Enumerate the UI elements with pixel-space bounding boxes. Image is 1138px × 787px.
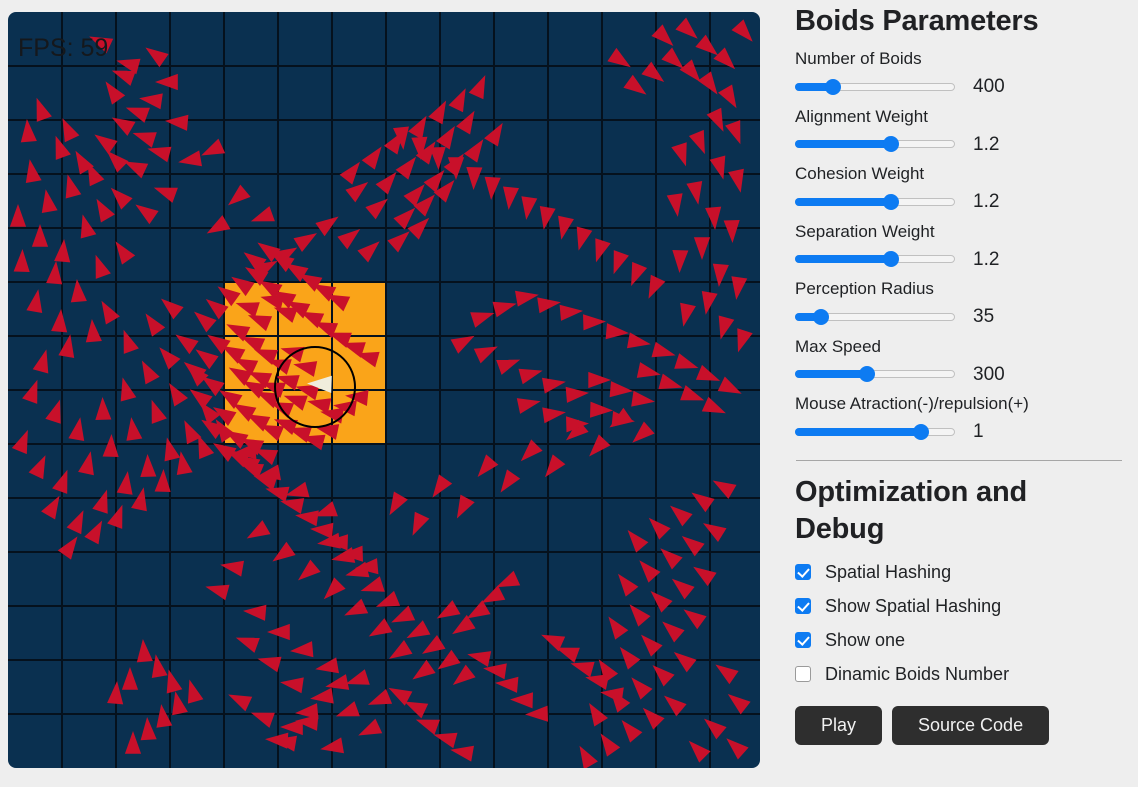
slider-value-mouse-atraction-repulsion: 1 [973, 421, 984, 443]
checkbox-row-dinamic-boids-number[interactable]: Dinamic Boids Number [795, 664, 1122, 684]
param-label-number-of-boids: Number of Boids [795, 49, 922, 69]
slider-thumb[interactable] [883, 251, 899, 268]
slider-value-separation-weight: 1.2 [973, 248, 1000, 270]
slider-thumb[interactable] [883, 193, 899, 210]
slider-row-perception-radius: 35 [795, 306, 1122, 328]
slider-fill [795, 370, 867, 379]
slider-row-number-of-boids: 400 [795, 76, 1122, 98]
slider-thumb[interactable] [859, 366, 875, 383]
slider-thumb[interactable] [913, 423, 930, 440]
slider-mouse-atraction-repulsion[interactable] [795, 423, 955, 440]
slider-value-alignment-weight: 1.2 [973, 133, 1000, 155]
slider-fill [795, 140, 891, 149]
slider-thumb[interactable] [825, 78, 842, 95]
slider-fill [795, 255, 891, 264]
checkbox-row-show-one[interactable]: Show one [795, 630, 1122, 650]
checkbox-show-one[interactable] [795, 632, 811, 649]
slider-number-of-boids[interactable] [795, 78, 955, 95]
slider-value-number-of-boids: 400 [973, 76, 1005, 98]
slider-value-perception-radius: 35 [973, 306, 995, 328]
slider-thumb[interactable] [883, 136, 899, 153]
boids-parameters-heading: Boids Parameters [795, 5, 1039, 37]
slider-row-cohesion-weight: 1.2 [795, 191, 1122, 213]
param-label-alignment-weight: Alignment Weight [795, 106, 928, 126]
source-code-button[interactable]: Source Code [892, 706, 1050, 745]
slider-max-speed[interactable] [795, 366, 955, 383]
checkbox-label-show-one: Show one [825, 630, 906, 651]
app-root: FPS: 59 Boids Parameters Number of Boids… [0, 0, 1138, 787]
simulation-area: FPS: 59 [8, 12, 760, 768]
checkbox-show-spatial-hashing[interactable] [795, 598, 811, 615]
slider-cohesion-weight[interactable] [795, 193, 955, 210]
control-panel: Boids Parameters Number of Boids 400 Align… [788, 0, 1138, 787]
slider-thumb[interactable] [812, 308, 829, 325]
param-label-max-speed: Max Speed [795, 336, 881, 356]
action-button-row: Play Source Code [795, 706, 1122, 745]
slider-perception-radius[interactable] [795, 308, 955, 325]
slider-value-cohesion-weight: 1.2 [973, 191, 1000, 213]
param-label-separation-weight: Separation Weight [795, 221, 935, 241]
section-divider [795, 459, 1122, 461]
checkbox-dinamic-boids-number[interactable] [795, 666, 811, 683]
checkbox-row-show-spatial-hashing[interactable]: Show Spatial Hashing [795, 596, 1122, 616]
slider-row-mouse-atraction-repulsion: 1 [795, 421, 1122, 443]
slider-row-alignment-weight: 1.2 [795, 133, 1122, 155]
boids-canvas[interactable]: FPS: 59 [8, 12, 760, 768]
play-button[interactable]: Play [795, 706, 883, 745]
checkbox-label-spatial-hashing: Spatial Hashing [825, 562, 952, 583]
checkbox-spatial-hashing[interactable] [795, 564, 811, 581]
param-label-mouse-atraction-repulsion: Mouse Atraction(-)/repulsion(+) [795, 394, 1029, 414]
slider-fill [795, 427, 922, 436]
param-label-cohesion-weight: Cohesion Weight [795, 164, 925, 184]
slider-alignment-weight[interactable] [795, 136, 955, 153]
slider-row-separation-weight: 1.2 [795, 248, 1122, 270]
parameters-list: Number of Boids 400 Alignment Weight 1.2 Coh… [795, 49, 1122, 443]
optimization-debug-heading: Optimization and Debug [795, 475, 1028, 546]
checkbox-row-spatial-hashing[interactable]: Spatial Hashing [795, 562, 1122, 582]
checkbox-label-dinamic-boids-number: Dinamic Boids Number [825, 664, 1010, 685]
param-label-perception-radius: Perception Radius [795, 279, 934, 299]
debug-options-list: Spatial Hashing Show Spatial Hashing Show … [795, 562, 1122, 684]
fps-counter: FPS: 59 [18, 34, 109, 62]
slider-separation-weight[interactable] [795, 251, 955, 268]
perception-radius-layer [274, 346, 356, 428]
slider-fill [795, 197, 891, 206]
slider-row-max-speed: 300 [795, 363, 1122, 385]
slider-value-max-speed: 300 [973, 363, 1005, 385]
checkbox-label-show-spatial-hashing: Show Spatial Hashing [825, 596, 1002, 617]
